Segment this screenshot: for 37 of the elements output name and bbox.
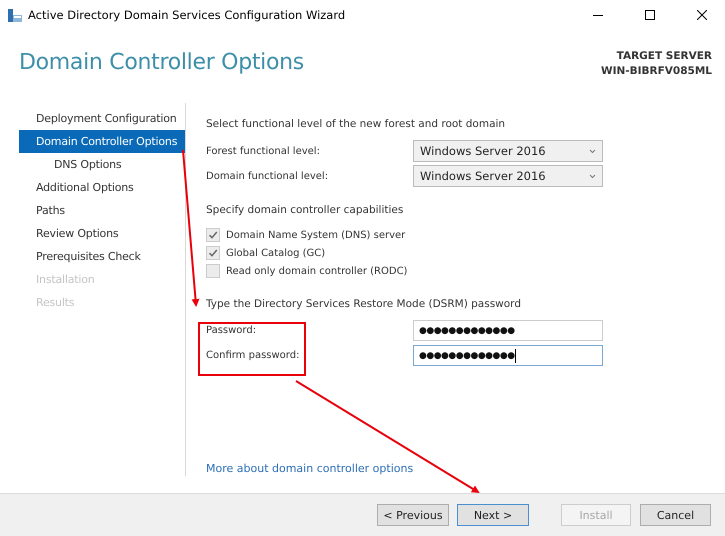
chevron-down-icon: [589, 174, 596, 178]
close-icon: [697, 10, 707, 20]
target-server-name: WIN-BIBRFV085ML: [601, 64, 712, 79]
checkbox[interactable]: [206, 246, 220, 260]
help-link[interactable]: More about domain controller options: [206, 462, 414, 475]
checkbox-label: Global Catalog (GC): [226, 248, 326, 258]
nav-item[interactable]: Deployment Configuration: [19, 107, 185, 130]
nav-item[interactable]: Paths: [19, 199, 185, 222]
nav-item[interactable]: Additional Options: [19, 176, 185, 199]
checkbox[interactable]: [206, 264, 220, 278]
field-label: Confirm password:: [206, 350, 300, 361]
nav-item[interactable]: Review Options: [19, 222, 185, 245]
field-label: Forest functional level:: [206, 146, 321, 156]
app-icon: [8, 8, 22, 22]
wizard-button[interactable]: Next >: [457, 504, 529, 526]
section-heading: Type the Directory Services Restore Mode (DSRM) password: [206, 298, 522, 310]
section-heading: Specify domain controller capabilities: [206, 204, 404, 216]
checkbox-label: Domain Name System (DNS) server: [226, 230, 406, 240]
chevron-down-icon: [589, 148, 596, 154]
maximize-icon: [645, 10, 655, 20]
password-field[interactable]: ●●●●●●●●●●●●●: [413, 320, 603, 341]
field-label: Domain functional level:: [206, 170, 330, 182]
section-heading: Select functional level of the new forest and root domain: [206, 118, 506, 130]
target-server-label: TARGET SERVER: [616, 49, 712, 64]
field-label: Password:: [206, 325, 258, 336]
nav-item[interactable]: DNS Options: [19, 153, 185, 176]
page-title: Domain Controller Options: [19, 50, 304, 75]
checkbox[interactable]: [206, 228, 220, 242]
nav-item[interactable]: Domain Controller Options: [19, 130, 185, 153]
wizard-button[interactable]: < Previous: [377, 504, 449, 526]
window-title: Active Directory Domain Services Configuration Wizard: [28, 8, 346, 22]
password-field[interactable]: ●●●●●●●●●●●●●: [413, 345, 603, 366]
nav-item[interactable]: Prerequisites Check: [19, 245, 185, 268]
level-dropdown[interactable]: Windows Server 2016: [413, 140, 603, 162]
level-dropdown[interactable]: Windows Server 2016: [413, 165, 603, 187]
checkbox-label: Read only domain controller (RODC): [226, 266, 408, 276]
wizard-button[interactable]: Cancel: [640, 504, 711, 526]
